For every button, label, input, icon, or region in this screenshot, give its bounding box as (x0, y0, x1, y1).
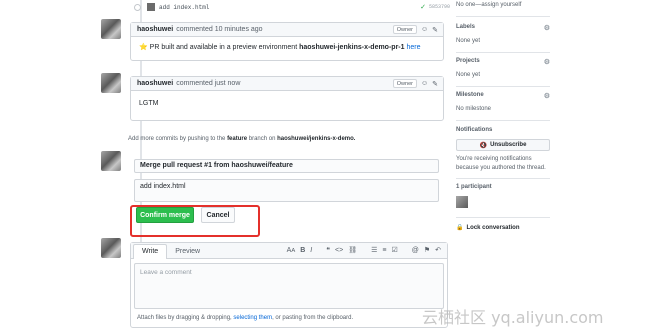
comment-textarea[interactable]: Leave a comment (134, 263, 444, 309)
lock-section: 🔒 Lock conversation (456, 224, 550, 232)
highlight-annotation (130, 205, 260, 237)
quote-icon[interactable]: ❝ (326, 246, 330, 254)
add-reaction-icon[interactable]: ☺ (421, 26, 428, 33)
preview-link[interactable]: here (406, 44, 420, 51)
comment-editor: Write Preview AA B I ❝ <> ⛓ ☰ ≡ ☑ @ ⚑ ↶ … (130, 242, 448, 328)
comment-header: haoshuwei commented 10 minutes ago Owner… (131, 23, 443, 37)
divider (456, 86, 550, 87)
bold-icon[interactable]: B (300, 247, 305, 254)
assignees-section: No one—assign yourself (456, 2, 550, 8)
lock-icon: 🔒 (456, 225, 464, 231)
check-icon: ✓ (420, 4, 426, 11)
notifications-section: Notifications 🔇 Unsubscribe You're recei… (456, 127, 550, 173)
commit-sha[interactable]: 5853790 (429, 4, 450, 10)
comment-text: PR built and available in a preview envi… (149, 44, 298, 51)
italic-icon[interactable]: I (310, 247, 312, 254)
avatar[interactable] (101, 238, 121, 258)
star-emoji: ⭐ (139, 44, 148, 51)
divider (456, 52, 550, 53)
milestone-value: No milestone (456, 106, 492, 112)
commit-avatar[interactable] (147, 3, 155, 11)
watermark: 云栖社区 yq.aliyun.com (422, 308, 604, 327)
tab-write[interactable]: Write (133, 244, 168, 259)
code-icon[interactable]: <> (335, 247, 343, 254)
gear-icon[interactable]: ⚙ (544, 58, 550, 66)
text-size-icon[interactable]: AA (287, 247, 296, 254)
participant-avatar[interactable] (456, 196, 468, 208)
more-options-icon[interactable]: ✎ (432, 80, 438, 88)
select-files-link[interactable]: selecting them (233, 315, 272, 321)
push-hint-text: branch on (248, 136, 276, 142)
attach-text: , or pasting from the clipboard. (272, 315, 354, 321)
task-list-icon[interactable]: ☑ (391, 246, 397, 254)
comment-author[interactable]: haoshuwei (137, 80, 173, 87)
comment-timestamp[interactable]: commented 10 minutes ago (176, 26, 393, 33)
owner-badge: Owner (392, 79, 417, 88)
divider (456, 16, 550, 17)
editor-toolbar: AA B I ❝ <> ⛓ ☰ ≡ ☑ @ ⚑ ↶ (287, 246, 441, 255)
push-hint: Add more commits by pushing to the featu… (128, 136, 355, 142)
mute-icon: 🔇 (479, 142, 488, 149)
gear-icon[interactable]: ⚙ (544, 24, 550, 32)
reply-icon[interactable]: ↶ (435, 246, 441, 254)
branch-name: feature (227, 136, 248, 142)
preview-env-name: haoshuwei-jenkins-x-demo-pr-1 (299, 44, 405, 51)
comment-header: haoshuwei commented just now Owner ☺ ✎ (131, 77, 443, 91)
lock-label: Lock conversation (466, 224, 520, 231)
merge-message-input[interactable]: add index.html (134, 179, 439, 202)
projects-section[interactable]: Projects ⚙ None yet (456, 58, 550, 78)
ordered-list-icon[interactable]: ≡ (382, 247, 386, 254)
unsubscribe-label: Unsubscribe (490, 142, 527, 148)
attach-text: Attach files by dragging & dropping, (137, 315, 232, 321)
commit-message[interactable]: add index.html (159, 4, 420, 11)
tab-preview[interactable]: Preview (167, 245, 208, 258)
labels-value: None yet (456, 38, 481, 44)
repo-name: haoshuwei/jenkins-x-demo. (277, 136, 356, 142)
unordered-list-icon[interactable]: ☰ (371, 246, 377, 254)
assignees-value[interactable]: No one—assign yourself (456, 2, 550, 8)
attach-hint: Attach files by dragging & dropping, sel… (137, 315, 353, 321)
gear-icon[interactable]: ⚙ (544, 92, 550, 100)
divider (456, 217, 550, 218)
comment: haoshuwei commented just now Owner ☺ ✎ L… (130, 76, 444, 121)
participants-section: 1 participant (456, 184, 550, 208)
commit-dot-icon (134, 3, 141, 11)
milestone-section[interactable]: Milestone ⚙ No milestone (456, 92, 550, 112)
sidebar: No one—assign yourself Labels ⚙ None yet … (456, 0, 650, 328)
comment-timestamp[interactable]: commented just now (176, 80, 393, 87)
mention-icon[interactable]: @ (412, 247, 419, 254)
avatar[interactable] (101, 19, 121, 39)
notifications-heading: Notifications (456, 127, 493, 133)
comment-author[interactable]: haoshuwei (137, 26, 173, 33)
merge-title-input[interactable]: Merge pull request #1 from haoshuwei/fea… (134, 159, 439, 173)
labels-heading: Labels (456, 24, 476, 30)
owner-badge: Owner (392, 25, 417, 34)
avatar[interactable] (101, 151, 121, 171)
add-reaction-icon[interactable]: ☺ (421, 80, 428, 87)
more-options-icon[interactable]: ✎ (432, 26, 438, 34)
link-icon[interactable]: ⛓ (348, 246, 357, 254)
labels-section[interactable]: Labels ⚙ None yet (456, 24, 550, 44)
participants-heading: 1 participant (456, 184, 492, 190)
comment: haoshuwei commented 10 minutes ago Owner… (130, 22, 444, 61)
divider (456, 120, 550, 121)
notifications-note: You're receiving notifications because y… (456, 156, 546, 171)
milestone-heading: Milestone (456, 92, 484, 98)
projects-value: None yet (456, 72, 481, 78)
avatar[interactable] (101, 73, 121, 93)
divider (456, 178, 550, 179)
unsubscribe-button[interactable]: 🔇 Unsubscribe (456, 139, 550, 151)
bookmark-icon[interactable]: ⚑ (424, 246, 430, 254)
comment-body: ⭐ PR built and available in a preview en… (131, 37, 443, 57)
push-hint-text: Add more commits by pushing to the (128, 136, 226, 142)
comment-body: LGTM (131, 91, 443, 113)
commit-row: add index.html ✓ 5853790 (134, 2, 450, 12)
lock-conversation-link[interactable]: 🔒 Lock conversation (456, 224, 550, 232)
projects-heading: Projects (456, 58, 480, 64)
comment-text: LGTM (139, 100, 159, 107)
